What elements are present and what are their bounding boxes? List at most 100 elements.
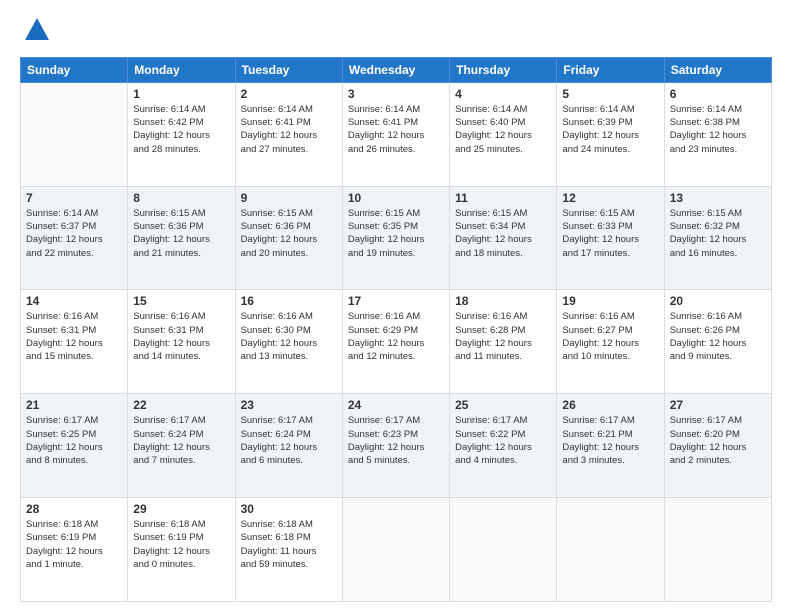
- day-info: Sunrise: 6:17 AM Sunset: 6:20 PM Dayligh…: [670, 414, 766, 467]
- day-info: Sunrise: 6:17 AM Sunset: 6:24 PM Dayligh…: [241, 414, 337, 467]
- day-info: Sunrise: 6:15 AM Sunset: 6:32 PM Dayligh…: [670, 207, 766, 260]
- day-info: Sunrise: 6:16 AM Sunset: 6:31 PM Dayligh…: [133, 310, 229, 363]
- calendar-day-cell: 20 Sunrise: 6:16 AM Sunset: 6:26 PM Dayli…: [664, 290, 771, 394]
- calendar-day-cell: 2 Sunrise: 6:14 AM Sunset: 6:41 PM Daylig…: [235, 82, 342, 186]
- calendar-day-cell: [450, 498, 557, 602]
- day-info: Sunrise: 6:16 AM Sunset: 6:28 PM Dayligh…: [455, 310, 551, 363]
- day-number: 28: [26, 502, 122, 516]
- page: SundayMondayTuesdayWednesdayThursdayFrid…: [0, 0, 792, 612]
- calendar-day-cell: 21 Sunrise: 6:17 AM Sunset: 6:25 PM Dayli…: [21, 394, 128, 498]
- day-number: 12: [562, 191, 658, 205]
- calendar-day-cell: 5Sunrise: 6:14 AM Sunset: 6:39 PM Daylig…: [557, 82, 664, 186]
- calendar-day-cell: 4 Sunrise: 6:14 AM Sunset: 6:40 PM Daylig…: [450, 82, 557, 186]
- day-info: Sunrise: 6:18 AM Sunset: 6:18 PM Dayligh…: [241, 518, 337, 571]
- day-number: 17: [348, 294, 444, 308]
- calendar-day-cell: 22 Sunrise: 6:17 AM Sunset: 6:24 PM Dayli…: [128, 394, 235, 498]
- calendar-day-cell: 28 Sunrise: 6:18 AM Sunset: 6:19 PM Dayli…: [21, 498, 128, 602]
- calendar-header-row: SundayMondayTuesdayWednesdayThursdayFrid…: [21, 57, 772, 82]
- calendar-week-row: 14 Sunrise: 6:16 AM Sunset: 6:31 PM Dayli…: [21, 290, 772, 394]
- day-number: 15: [133, 294, 229, 308]
- day-info: Sunrise: 6:14 AM Sunset: 6:38 PM Dayligh…: [670, 103, 766, 156]
- day-info: Sunrise: 6:17 AM Sunset: 6:24 PM Dayligh…: [133, 414, 229, 467]
- calendar-header-cell: Monday: [128, 57, 235, 82]
- calendar-day-cell: 3 Sunrise: 6:14 AM Sunset: 6:41 PM Daylig…: [342, 82, 449, 186]
- day-number: 1: [133, 87, 229, 101]
- day-number: 14: [26, 294, 122, 308]
- day-number: 24: [348, 398, 444, 412]
- day-info: Sunrise: 6:15 AM Sunset: 6:33 PM Dayligh…: [562, 207, 658, 260]
- day-info: Sunrise: 6:16 AM Sunset: 6:29 PM Dayligh…: [348, 310, 444, 363]
- calendar-day-cell: 27 Sunrise: 6:17 AM Sunset: 6:20 PM Dayli…: [664, 394, 771, 498]
- day-number: 27: [670, 398, 766, 412]
- day-number: 4: [455, 87, 551, 101]
- day-number: 2: [241, 87, 337, 101]
- calendar-day-cell: 25Sunrise: 6:17 AM Sunset: 6:22 PM Dayli…: [450, 394, 557, 498]
- calendar-day-cell: [664, 498, 771, 602]
- day-number: 25: [455, 398, 551, 412]
- logo: [20, 16, 51, 49]
- day-info: Sunrise: 6:14 AM Sunset: 6:40 PM Dayligh…: [455, 103, 551, 156]
- day-number: 6: [670, 87, 766, 101]
- day-number: 13: [670, 191, 766, 205]
- calendar-header-cell: Tuesday: [235, 57, 342, 82]
- calendar-header-cell: Friday: [557, 57, 664, 82]
- day-info: Sunrise: 6:16 AM Sunset: 6:27 PM Dayligh…: [562, 310, 658, 363]
- day-number: 26: [562, 398, 658, 412]
- calendar-day-cell: 29 Sunrise: 6:18 AM Sunset: 6:19 PM Dayli…: [128, 498, 235, 602]
- day-info: Sunrise: 6:16 AM Sunset: 6:26 PM Dayligh…: [670, 310, 766, 363]
- calendar-week-row: 7Sunrise: 6:14 AM Sunset: 6:37 PM Daylig…: [21, 186, 772, 290]
- day-number: 23: [241, 398, 337, 412]
- logo-icon: [23, 16, 51, 44]
- day-info: Sunrise: 6:18 AM Sunset: 6:19 PM Dayligh…: [26, 518, 122, 571]
- day-info: Sunrise: 6:14 AM Sunset: 6:41 PM Dayligh…: [241, 103, 337, 156]
- calendar-day-cell: [342, 498, 449, 602]
- day-info: Sunrise: 6:14 AM Sunset: 6:42 PM Dayligh…: [133, 103, 229, 156]
- calendar-day-cell: 16Sunrise: 6:16 AM Sunset: 6:30 PM Dayli…: [235, 290, 342, 394]
- day-info: Sunrise: 6:17 AM Sunset: 6:21 PM Dayligh…: [562, 414, 658, 467]
- calendar-day-cell: 1 Sunrise: 6:14 AM Sunset: 6:42 PM Daylig…: [128, 82, 235, 186]
- calendar-day-cell: 18Sunrise: 6:16 AM Sunset: 6:28 PM Dayli…: [450, 290, 557, 394]
- calendar-body: 1 Sunrise: 6:14 AM Sunset: 6:42 PM Daylig…: [21, 82, 772, 601]
- day-info: Sunrise: 6:15 AM Sunset: 6:36 PM Dayligh…: [133, 207, 229, 260]
- day-info: Sunrise: 6:15 AM Sunset: 6:34 PM Dayligh…: [455, 207, 551, 260]
- calendar-day-cell: 30 Sunrise: 6:18 AM Sunset: 6:18 PM Dayli…: [235, 498, 342, 602]
- calendar-day-cell: 24 Sunrise: 6:17 AM Sunset: 6:23 PM Dayli…: [342, 394, 449, 498]
- day-number: 22: [133, 398, 229, 412]
- calendar-day-cell: 13 Sunrise: 6:15 AM Sunset: 6:32 PM Dayli…: [664, 186, 771, 290]
- day-info: Sunrise: 6:15 AM Sunset: 6:36 PM Dayligh…: [241, 207, 337, 260]
- day-number: 3: [348, 87, 444, 101]
- calendar-header-cell: Wednesday: [342, 57, 449, 82]
- calendar-header-cell: Saturday: [664, 57, 771, 82]
- header: [20, 16, 772, 49]
- calendar-day-cell: [21, 82, 128, 186]
- calendar-day-cell: 7Sunrise: 6:14 AM Sunset: 6:37 PM Daylig…: [21, 186, 128, 290]
- day-number: 19: [562, 294, 658, 308]
- day-number: 30: [241, 502, 337, 516]
- calendar-day-cell: 8 Sunrise: 6:15 AM Sunset: 6:36 PM Daylig…: [128, 186, 235, 290]
- day-info: Sunrise: 6:16 AM Sunset: 6:31 PM Dayligh…: [26, 310, 122, 363]
- calendar-day-cell: 15 Sunrise: 6:16 AM Sunset: 6:31 PM Dayli…: [128, 290, 235, 394]
- day-info: Sunrise: 6:15 AM Sunset: 6:35 PM Dayligh…: [348, 207, 444, 260]
- day-number: 20: [670, 294, 766, 308]
- day-number: 21: [26, 398, 122, 412]
- calendar-day-cell: 12 Sunrise: 6:15 AM Sunset: 6:33 PM Dayli…: [557, 186, 664, 290]
- day-info: Sunrise: 6:14 AM Sunset: 6:41 PM Dayligh…: [348, 103, 444, 156]
- calendar-day-cell: 6 Sunrise: 6:14 AM Sunset: 6:38 PM Daylig…: [664, 82, 771, 186]
- calendar-header-cell: Sunday: [21, 57, 128, 82]
- calendar-week-row: 1 Sunrise: 6:14 AM Sunset: 6:42 PM Daylig…: [21, 82, 772, 186]
- calendar-day-cell: 9Sunrise: 6:15 AM Sunset: 6:36 PM Daylig…: [235, 186, 342, 290]
- day-info: Sunrise: 6:17 AM Sunset: 6:23 PM Dayligh…: [348, 414, 444, 467]
- day-number: 10: [348, 191, 444, 205]
- day-info: Sunrise: 6:14 AM Sunset: 6:39 PM Dayligh…: [562, 103, 658, 156]
- day-number: 29: [133, 502, 229, 516]
- calendar-week-row: 28 Sunrise: 6:18 AM Sunset: 6:19 PM Dayli…: [21, 498, 772, 602]
- day-info: Sunrise: 6:17 AM Sunset: 6:25 PM Dayligh…: [26, 414, 122, 467]
- calendar-day-cell: [557, 498, 664, 602]
- day-number: 11: [455, 191, 551, 205]
- calendar-table: SundayMondayTuesdayWednesdayThursdayFrid…: [20, 57, 772, 602]
- calendar-day-cell: 14 Sunrise: 6:16 AM Sunset: 6:31 PM Dayli…: [21, 290, 128, 394]
- day-info: Sunrise: 6:18 AM Sunset: 6:19 PM Dayligh…: [133, 518, 229, 571]
- calendar-day-cell: 23 Sunrise: 6:17 AM Sunset: 6:24 PM Dayli…: [235, 394, 342, 498]
- calendar-day-cell: 10 Sunrise: 6:15 AM Sunset: 6:35 PM Dayli…: [342, 186, 449, 290]
- day-number: 8: [133, 191, 229, 205]
